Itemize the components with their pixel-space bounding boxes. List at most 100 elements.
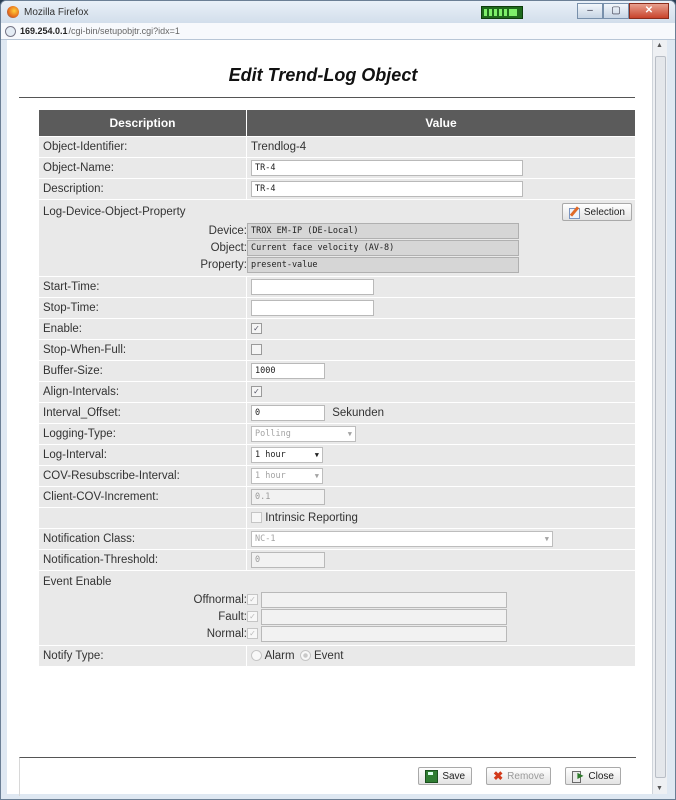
table-row: Stop-Time: [38,297,636,319]
table-row: Intrinsic Reporting [38,507,636,529]
notification-threshold-input[interactable]: 0 [251,552,325,568]
object-identifier-label: Object-Identifier: [38,136,247,158]
table-row: Notification-Threshold: 0 [38,549,636,571]
page-content: Edit Trend-Log Object Description Value … [7,40,653,796]
scroll-up-arrow-icon[interactable]: ▲ [656,42,663,49]
object-name-label: Object-Name: [38,157,247,179]
logging-type-value: Polling [255,429,291,439]
vertical-scrollbar[interactable]: ▲ ▼ [652,40,667,794]
table-row: Log-Interval: 1 hour ▼ [38,444,636,466]
selection-button[interactable]: Selection [561,203,632,221]
table-row: Notify Type: Alarm Event [38,645,636,667]
minimize-button[interactable]: – [577,3,603,19]
enable-label: Enable: [38,318,247,340]
table-row: Logging-Type: Polling ▼ [38,423,636,445]
title-divider [19,97,635,98]
stop-when-full-label: Stop-When-Full: [38,339,247,361]
table-row: Description: TR-4 [38,178,636,200]
page-title: Edit Trend-Log Object [228,65,418,85]
fault-checkbox[interactable]: ✓ [247,611,258,622]
intrinsic-reporting-checkbox[interactable] [251,512,262,524]
table-row: Event Enable Offnormal: Fault: Normal: ✓… [38,570,636,646]
table-row: Object-Name: TR-4 [38,157,636,179]
stop-time-label: Stop-Time: [38,297,247,319]
notification-threshold-label: Notification-Threshold: [38,549,247,571]
enable-checkbox[interactable]: ✓ [251,323,262,335]
logging-type-label: Logging-Type: [38,423,247,445]
chevron-down-icon: ▼ [544,535,549,543]
cov-resubscribe-interval-value: 1 hour [255,471,286,481]
event-enable-label: Event Enable [43,576,112,588]
client-cov-increment-input[interactable]: 0.1 [251,489,325,505]
close-button-label: Close [588,770,614,782]
log-device-object-property-label: Log-Device-Object-Property [43,206,186,218]
event-radio[interactable] [299,650,311,662]
device-label: Device: [208,224,247,237]
log-interval-label: Log-Interval: [38,444,247,466]
property-label: Property: [200,258,247,271]
scroll-down-arrow-icon[interactable]: ▼ [656,785,663,792]
description-column-header: Description [38,109,247,137]
normal-field [261,625,507,642]
remove-button[interactable]: ✖ Remove [486,767,552,785]
normal-checkbox[interactable]: ✓ [247,628,258,639]
offnormal-checkbox[interactable]: ✓ [247,594,258,605]
buffer-size-input[interactable]: 1000 [251,363,325,379]
close-button[interactable]: Close [565,767,621,785]
table-row: Log-Device-Object-Property Selection Dev… [38,199,636,277]
offnormal-label: Offnormal: [193,593,247,606]
chevron-down-icon: ▼ [314,451,319,459]
notify-type-label: Notify Type: [38,645,247,667]
start-time-input[interactable] [251,279,374,295]
address-bar[interactable]: 169.254.0.1 /cgi-bin/setupobjtr.cgi?idx=… [1,23,675,40]
table-row: Object-Identifier: Trendlog-4 [38,136,636,158]
notification-class-select[interactable]: NC-1 ▼ [251,531,553,547]
align-intervals-checkbox[interactable]: ✓ [251,386,262,398]
table-row: Client-COV-Increment: 0.1 [38,486,636,508]
window-controls: – ▢ ✕ [577,3,669,19]
interval-offset-unit: Sekunden [332,407,384,420]
object-label: Object: [210,241,247,254]
logging-type-select[interactable]: Polling ▼ [251,426,356,442]
offnormal-field [261,591,507,608]
cov-resubscribe-interval-select[interactable]: 1 hour ▼ [251,468,323,484]
description-input[interactable]: TR-4 [251,181,523,197]
title-bar: Mozilla Firefox – ▢ ✕ [1,1,675,23]
stop-time-input[interactable] [251,300,374,316]
interval-offset-label: Interval_Offset: [38,402,247,424]
network-activity-icon [481,6,523,19]
cov-resubscribe-interval-label: COV-Resubscribe-Interval: [38,465,247,487]
start-time-label: Start-Time: [38,276,247,298]
interval-offset-input[interactable]: 0 [251,405,325,421]
property-field: present-value [247,256,519,273]
alarm-radio[interactable] [251,650,262,662]
red-x-icon: ✖ [493,768,504,783]
scrollbar-thumb[interactable] [655,56,666,778]
log-interval-select[interactable]: 1 hour ▼ [251,447,323,463]
description-label: Description: [38,178,247,200]
buffer-size-label: Buffer-Size: [38,360,247,382]
table-row: Stop-When-Full: [38,339,636,361]
chevron-down-icon: ▼ [347,430,352,438]
table-header-row: Description Value [38,109,636,137]
footer-buttons: Save ✖ Remove Close [418,767,621,785]
firefox-icon [7,6,19,18]
remove-button-label: Remove [507,770,545,782]
browser-window: Mozilla Firefox – ▢ ✕ 169.254.0.1 /cgi-b… [0,0,676,800]
trendlog-form-table: Description Value Object-Identifier: Tre… [38,109,636,667]
notification-class-label: Notification Class: [38,528,247,550]
table-row: Interval_Offset: 0 Sekunden [38,402,636,424]
table-row: Notification Class: NC-1 ▼ [38,528,636,550]
maximize-button[interactable]: ▢ [603,3,629,19]
object-identifier-value: Trendlog-4 [246,136,636,158]
close-window-button[interactable]: ✕ [629,3,669,19]
object-name-input[interactable]: TR-4 [251,160,523,176]
edit-pen-icon [568,207,580,219]
save-button-label: Save [442,770,466,782]
intrinsic-reporting-label: Intrinsic Reporting [265,512,358,524]
table-row: COV-Resubscribe-Interval: 1 hour ▼ [38,465,636,487]
value-column-header: Value [246,109,636,137]
stop-when-full-checkbox[interactable] [251,344,262,356]
globe-icon [5,25,16,37]
save-button[interactable]: Save [418,767,473,785]
